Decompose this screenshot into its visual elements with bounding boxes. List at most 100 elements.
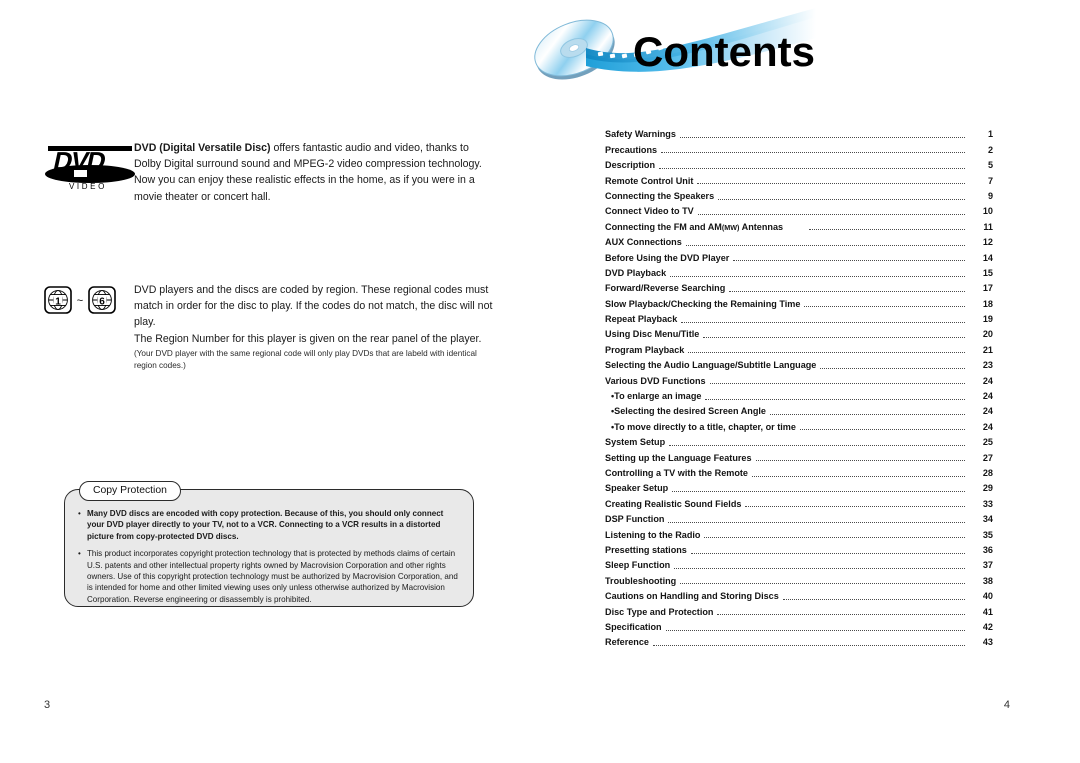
toc-row[interactable]: Troubleshooting 38 (605, 572, 993, 587)
toc-entry-label: Reference (605, 637, 649, 648)
toc-dot-leader (820, 367, 965, 369)
dvd-intro-lead: DVD (Digital Versatile Disc) (134, 142, 271, 154)
toc-row[interactable]: Speaker Setup 29 (605, 480, 993, 495)
toc-row[interactable]: Remote Control Unit 7 (605, 172, 993, 187)
toc-row[interactable]: Program Playback 21 (605, 341, 993, 356)
toc-row[interactable]: AUX Connections 12 (605, 234, 993, 249)
toc-dot-leader (659, 167, 965, 169)
toc-page-number: 21 (982, 344, 993, 355)
region-code-right-number: 6 (99, 296, 105, 307)
toc-entry-label: •To move directly to a title, chapter, o… (611, 421, 796, 432)
toc-page-number: 38 (982, 575, 993, 586)
toc-page-number: 12 (982, 237, 993, 248)
toc-row[interactable]: Setting up the Language Features 27 (605, 449, 993, 464)
toc-dot-leader (704, 537, 965, 539)
toc-dot-leader (690, 552, 965, 554)
toc-row[interactable]: Safety Warnings 1 (605, 126, 993, 141)
toc-dot-leader (703, 337, 965, 339)
toc-page-number: 18 (982, 298, 993, 309)
toc-row[interactable]: Using Disc Menu/Title 20 (605, 326, 993, 341)
toc-dot-leader (804, 306, 965, 308)
toc-entry-label: Setting up the Language Features (605, 452, 752, 463)
toc-row[interactable]: •To move directly to a title, chapter, o… (605, 418, 993, 433)
toc-entry-label: Sleep Function (605, 560, 671, 571)
region-paragraph-2: The Region Number for this player is giv… (134, 332, 482, 345)
toc-row[interactable]: Disc Type and Protection 41 (605, 603, 993, 618)
toc-page-number: 20 (982, 329, 993, 340)
toc-entry-label: Cautions on Handling and Storing Discs (605, 591, 779, 602)
toc-page-number: 14 (982, 252, 993, 263)
toc-row[interactable]: Before Using the DVD Player 14 (605, 249, 993, 264)
toc-row[interactable]: •To enlarge an image 24 (605, 388, 993, 403)
toc-row[interactable]: Reference 43 (605, 634, 993, 649)
toc-row[interactable]: Connecting the Speakers 9 (605, 188, 993, 203)
toc-entry-label: Disc Type and Protection (605, 606, 714, 617)
toc-row[interactable]: DSP Function 34 (605, 511, 993, 526)
toc-page-number: 5 (987, 160, 993, 171)
region-note: (Your DVD player with the same regional … (134, 348, 477, 371)
toc-page-number: 24 (982, 375, 993, 386)
toc-entry-label: Precautions (605, 144, 658, 155)
toc-page-number: 2 (987, 144, 993, 155)
toc-row[interactable]: •Selecting the desired Screen Angle 24 (605, 403, 993, 418)
bullet-icon: • (78, 549, 81, 559)
toc-dot-leader (769, 414, 965, 416)
toc-page-number: 17 (982, 283, 993, 294)
toc-entry-label: Troubleshooting (605, 575, 677, 586)
table-of-contents: Safety Warnings 1 Precautions 2 Description 5… (605, 126, 993, 649)
toc-dot-leader (697, 183, 965, 185)
toc-dot-leader (688, 352, 965, 354)
toc-entry-label: •To enlarge an image (611, 391, 702, 402)
dvd-intro-paragraph: DVD (Digital Versatile Disc) offers fant… (134, 140, 496, 205)
toc-row[interactable]: Selecting the Audio Language/Subtitle La… (605, 357, 993, 372)
toc-row[interactable]: Specification 42 (605, 619, 993, 634)
toc-row[interactable]: Forward/Reverse Searching 17 (605, 280, 993, 295)
toc-entry-label: Repeat Playback (605, 314, 678, 325)
toc-dot-leader (718, 198, 965, 200)
toc-page-number: 25 (982, 437, 993, 448)
toc-row[interactable]: Sleep Function 37 (605, 557, 993, 572)
toc-row[interactable]: DVD Playback 15 (605, 265, 993, 280)
toc-dot-leader (751, 475, 965, 477)
toc-page-number: 29 (982, 483, 993, 494)
toc-row[interactable]: Repeat Playback 19 (605, 311, 993, 326)
toc-row[interactable]: Slow Playback/Checking the Remaining Tim… (605, 295, 993, 310)
toc-entry-label: Presetting stations (605, 544, 687, 555)
toc-entry-label: Connect Video to TV (605, 206, 694, 217)
toc-row[interactable]: Listening to the Radio 35 (605, 526, 993, 541)
toc-row[interactable]: Controlling a TV with the Remote 28 (605, 465, 993, 480)
toc-entry-label: Forward/Reverse Searching (605, 283, 726, 294)
toc-row[interactable]: Creating Realistic Sound Fields 33 (605, 495, 993, 510)
toc-entry-label: Selecting the Audio Language/Subtitle La… (605, 360, 817, 371)
toc-page-number: 41 (982, 606, 993, 617)
toc-row[interactable]: Cautions on Handling and Storing Discs 40 (605, 588, 993, 603)
region-paragraph-1: DVD players and the discs are coded by r… (134, 284, 493, 329)
toc-page-number: 24 (982, 391, 993, 402)
toc-row[interactable]: Connecting the FM and AM(MW) Antennas 11 (605, 218, 993, 233)
toc-dot-leader (665, 629, 965, 631)
toc-entry-label: Controlling a TV with the Remote (605, 467, 748, 478)
toc-row[interactable]: Presetting stations 36 (605, 542, 993, 557)
toc-dot-leader (799, 429, 965, 431)
toc-dot-leader (672, 490, 965, 492)
svg-text:DVD: DVD (51, 146, 108, 176)
toc-row[interactable]: Connect Video to TV 10 (605, 203, 993, 218)
toc-page-number: 34 (982, 514, 993, 525)
toc-row[interactable]: Description 5 (605, 157, 993, 172)
toc-dot-leader (717, 614, 965, 616)
dvd-video-logo-icon: DVD VIDEO (45, 146, 135, 191)
toc-row[interactable]: System Setup 25 (605, 434, 993, 449)
region-code-section: 1 ~ 6 DVD players and the discs are code… (44, 282, 496, 373)
toc-dot-leader (670, 275, 965, 277)
toc-row[interactable]: Various DVD Functions 24 (605, 372, 993, 387)
right-page: Safety Warnings 1 Precautions 2 Description 5… (540, 0, 1080, 763)
toc-dot-leader (680, 583, 965, 585)
toc-dot-leader (685, 244, 965, 246)
toc-dot-leader (782, 598, 965, 600)
folio-left: 3 (44, 699, 51, 711)
toc-page-number: 19 (982, 314, 993, 325)
toc-entry-label: Connecting the Speakers (605, 190, 715, 201)
toc-dot-leader (733, 260, 965, 262)
toc-entry-label: Creating Realistic Sound Fields (605, 498, 742, 509)
toc-row[interactable]: Precautions 2 (605, 141, 993, 156)
